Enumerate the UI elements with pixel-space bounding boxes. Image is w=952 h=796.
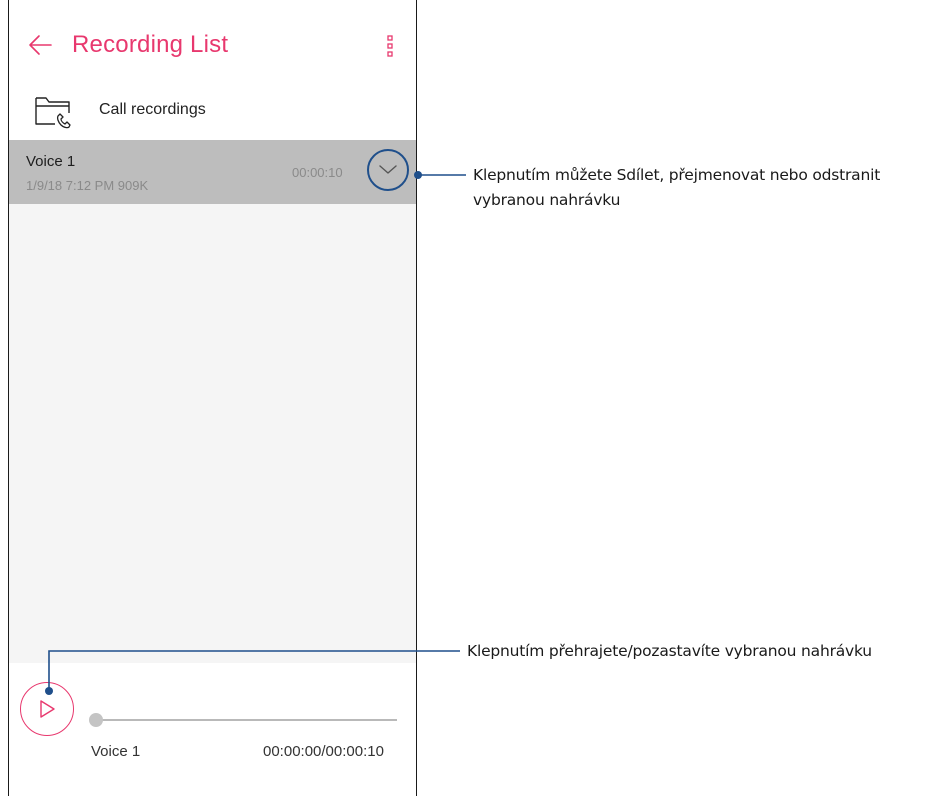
- phone-screen: Recording List Call recordings Voice 1 1…: [8, 0, 417, 796]
- page-title: Recording List: [72, 31, 229, 58]
- player-title: Voice 1: [91, 743, 141, 760]
- player-bar: Voice 1 00:00:00/00:00:10: [9, 663, 416, 796]
- more-vertical-icon[interactable]: [385, 34, 395, 58]
- arrow-left-icon[interactable]: [27, 32, 53, 58]
- folder-phone-icon: [35, 97, 71, 129]
- expand-options-button[interactable]: [367, 149, 409, 191]
- seek-bar[interactable]: [95, 719, 397, 721]
- recording-meta: 1/9/18 7:12 PM 909K: [26, 178, 149, 193]
- player-time: 00:00:00/00:00:10: [263, 743, 384, 760]
- seek-thumb[interactable]: [89, 713, 103, 727]
- recording-list: Voice 1 1/9/18 7:12 PM 909K 00:00:10: [9, 140, 416, 663]
- play-pause-button[interactable]: [20, 682, 74, 736]
- list-item[interactable]: Voice 1 1/9/18 7:12 PM 909K 00:00:10: [9, 140, 416, 204]
- page: Recording List Call recordings Voice 1 1…: [0, 0, 952, 796]
- callout-expand-text: Klepnutím můžete Sdílet, přejmenovat neb…: [473, 166, 881, 209]
- call-recordings-folder[interactable]: Call recordings: [9, 86, 416, 140]
- app-bar: Recording List: [9, 0, 416, 86]
- recording-duration: 00:00:10: [292, 165, 343, 180]
- folder-label: Call recordings: [99, 101, 206, 118]
- chevron-down-icon: [379, 165, 397, 174]
- callout-play-text: Klepnutím přehrajete/pozastavíte vybrano…: [467, 642, 872, 660]
- recording-name: Voice 1: [26, 153, 76, 170]
- play-icon: [40, 700, 55, 718]
